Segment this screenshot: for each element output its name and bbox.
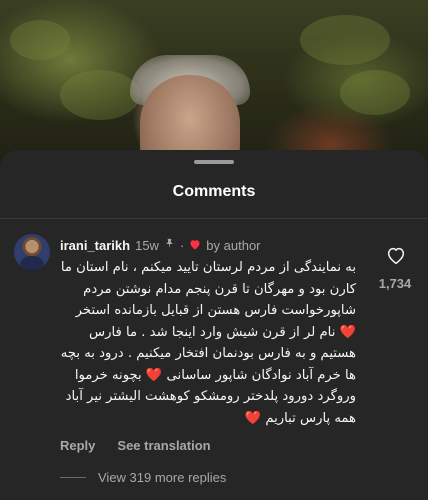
like-count: 1,734 bbox=[378, 276, 412, 291]
foliage-decor bbox=[60, 70, 140, 120]
view-more-replies-label[interactable]: View 319 more replies bbox=[98, 470, 226, 485]
red-heart-icon bbox=[189, 238, 201, 253]
sheet-grabber[interactable] bbox=[194, 160, 234, 164]
comment-text: به نمایندگی از مردم لرستان تایید میکنم ،… bbox=[60, 260, 356, 426]
sheet-divider bbox=[0, 218, 428, 219]
foliage-decor bbox=[340, 70, 410, 115]
see-translation-button[interactable]: See translation bbox=[117, 438, 210, 453]
sheet-title: Comments bbox=[172, 183, 256, 200]
comment-username[interactable]: irani_tarikh bbox=[60, 238, 130, 253]
comment-time: 15w bbox=[135, 237, 159, 253]
pin-icon bbox=[164, 238, 175, 252]
avatar-figure bbox=[20, 256, 44, 270]
replies-line bbox=[60, 477, 86, 478]
foliage-decor bbox=[300, 15, 390, 65]
video-background bbox=[0, 0, 428, 175]
avatar[interactable] bbox=[14, 234, 50, 270]
comment-actions: Reply See translation bbox=[60, 438, 211, 453]
foliage-decor bbox=[10, 20, 70, 60]
view-more-replies[interactable]: View 319 more replies bbox=[60, 470, 226, 485]
reply-button[interactable]: Reply bbox=[60, 438, 95, 453]
comments-sheet: Comments irani_tarikh 15w · by author به… bbox=[0, 150, 428, 500]
comment-meta: irani_tarikh 15w · by author bbox=[60, 236, 261, 254]
comment-item: irani_tarikh 15w · by author به نمایندگی… bbox=[0, 226, 428, 456]
heart-outline-icon[interactable] bbox=[385, 246, 407, 268]
by-author-label: by author bbox=[206, 237, 261, 253]
meta-separator: · bbox=[179, 237, 185, 253]
